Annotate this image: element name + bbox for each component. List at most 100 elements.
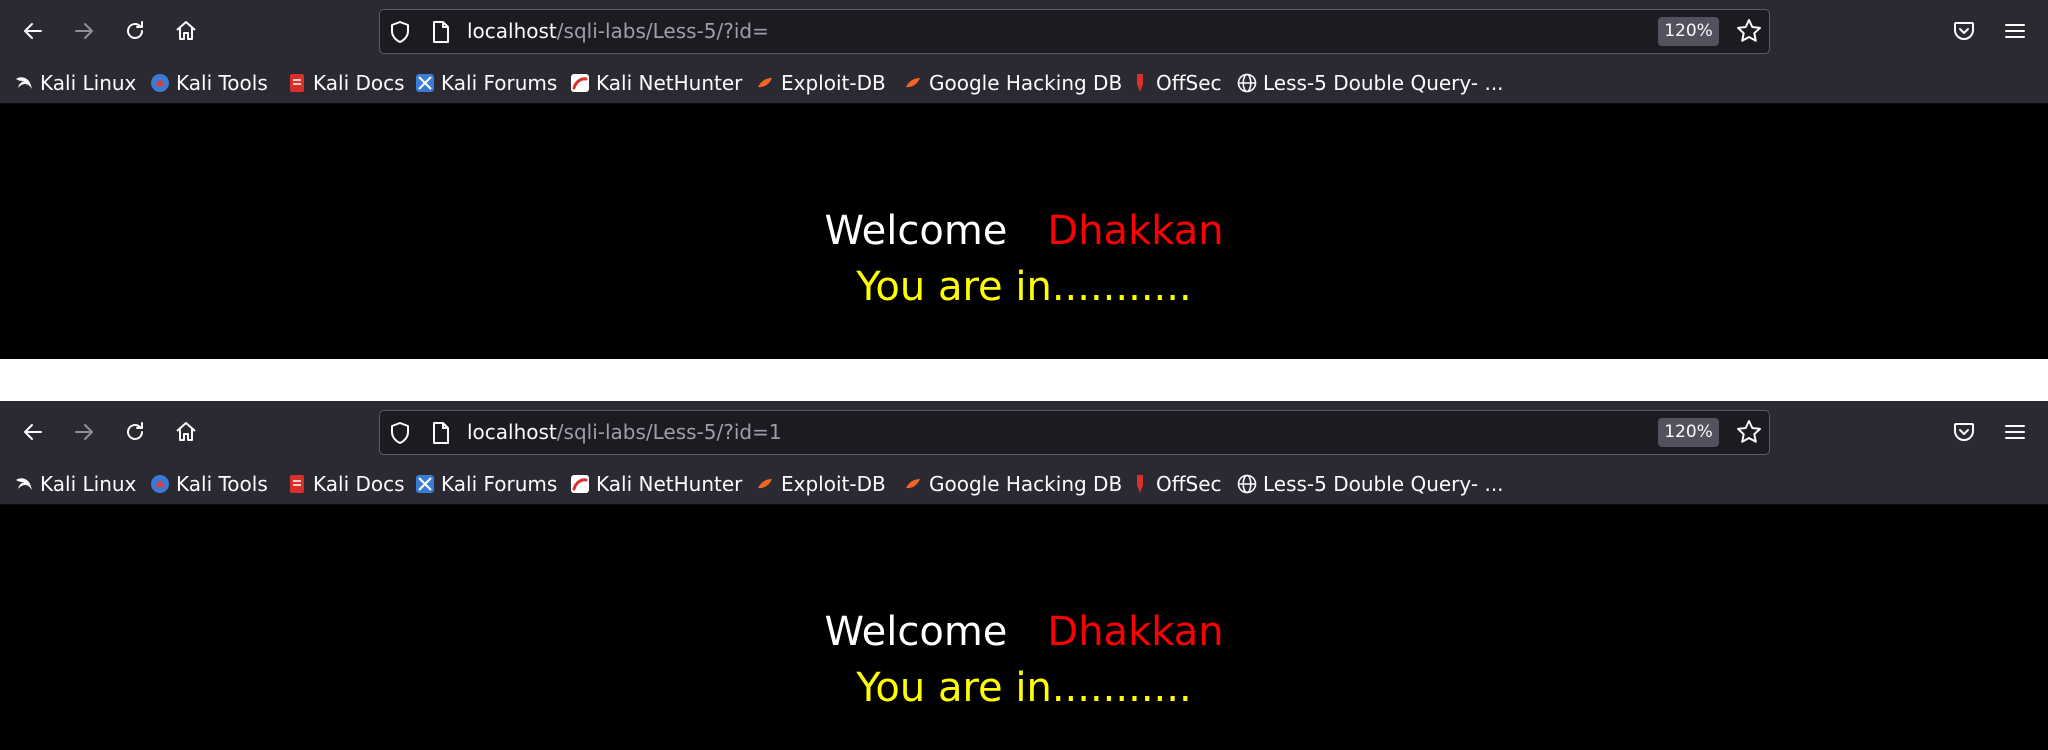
status-message: You are in...........	[856, 665, 1192, 711]
kali-dragon-icon	[16, 478, 32, 490]
kali-docs-icon	[290, 475, 304, 493]
bookmarks-toolbar: Kali Linux Kali Tools Kali Docs Kali For…	[0, 463, 2048, 505]
pocket-icon[interactable]	[1952, 19, 1976, 43]
welcome-line: Welcome Dhakkan	[0, 206, 2048, 256]
bookmark-label: Kali Forums	[441, 472, 558, 496]
bookmark-label: Kali NetHunter	[596, 71, 743, 95]
star-icon[interactable]	[1736, 18, 1762, 44]
shield-icon[interactable]	[388, 421, 412, 445]
bookmark-kali-forums[interactable]: Kali Forums	[415, 68, 557, 98]
kali-tools-icon	[151, 74, 169, 92]
page-icon[interactable]	[430, 421, 452, 445]
bookmark-kali-tools[interactable]: Kali Tools	[150, 68, 268, 98]
globe-icon	[1237, 73, 1257, 93]
bookmark-label: Kali Tools	[176, 71, 268, 95]
bookmark-label: Kali NetHunter	[596, 472, 743, 496]
bookmark-less-5[interactable]: Less-5 Double Query- ...	[1237, 469, 1504, 499]
bookmark-label: OffSec	[1156, 71, 1222, 95]
bookmark-label: Kali Docs	[313, 472, 405, 496]
bookmark-label: Kali Linux	[40, 71, 137, 95]
welcome-text: Welcome	[824, 208, 1008, 254]
user-name-text: Dhakkan	[1047, 208, 1224, 254]
welcome-text: Welcome	[824, 609, 1008, 655]
bookmark-less-5[interactable]: Less-5 Double Query- ...	[1237, 68, 1504, 98]
home-icon	[176, 21, 196, 40]
arrow-left-icon	[24, 23, 42, 39]
url-host: localhost	[467, 19, 557, 43]
bookmark-label: Kali Docs	[313, 71, 405, 95]
nethunter-icon	[571, 74, 589, 92]
bookmark-kali-docs[interactable]: Kali Docs	[287, 469, 405, 499]
kali-docs-icon	[290, 74, 304, 92]
kali-dragon-icon	[16, 77, 32, 89]
bookmark-label: Kali Tools	[176, 472, 268, 496]
bookmark-offsec[interactable]: OffSec	[1130, 68, 1222, 98]
bookmark-exploit-db[interactable]: Exploit-DB	[755, 68, 886, 98]
star-icon[interactable]	[1736, 419, 1762, 445]
bookmark-label: Exploit-DB	[781, 71, 886, 95]
back-button[interactable]	[15, 12, 51, 50]
bookmark-kali-linux[interactable]: Kali Linux	[14, 68, 136, 98]
reload-button[interactable]	[117, 413, 153, 451]
navigation-toolbar: localhost/sqli-labs/Less-5/?id=1 120%	[0, 401, 2048, 463]
home-button[interactable]	[168, 12, 204, 50]
ghdb-icon	[906, 78, 920, 88]
bookmark-kali-nethunter[interactable]: Kali NetHunter	[570, 68, 742, 98]
bookmark-label: Exploit-DB	[781, 472, 886, 496]
bookmark-label: OffSec	[1156, 472, 1222, 496]
hamburger-menu-icon[interactable]	[2003, 19, 2027, 43]
home-button[interactable]	[168, 413, 204, 451]
bookmark-label: Google Hacking DB	[929, 472, 1123, 496]
home-icon	[176, 422, 196, 441]
arrow-left-icon	[24, 424, 42, 440]
url-host: localhost	[467, 420, 557, 444]
offsec-icon	[1137, 74, 1143, 92]
page-icon[interactable]	[430, 20, 452, 44]
pocket-icon[interactable]	[1952, 420, 1976, 444]
forward-button[interactable]	[66, 413, 102, 451]
bookmark-kali-nethunter[interactable]: Kali NetHunter	[570, 469, 742, 499]
shield-icon[interactable]	[388, 20, 412, 44]
bookmarks-toolbar: Kali Linux Kali Tools Kali Docs Kali For…	[0, 62, 2048, 104]
kali-forums-icon	[416, 475, 434, 493]
reload-button[interactable]	[117, 12, 153, 50]
bookmark-label: Kali Forums	[441, 71, 558, 95]
globe-icon	[1237, 474, 1257, 494]
kali-forums-icon	[416, 74, 434, 92]
reload-icon	[127, 422, 143, 440]
hamburger-menu-icon[interactable]	[2003, 420, 2027, 444]
zoom-level-badge[interactable]: 120%	[1658, 17, 1719, 46]
arrow-right-icon	[75, 424, 93, 440]
bookmark-kali-forums[interactable]: Kali Forums	[415, 469, 557, 499]
nethunter-icon	[571, 475, 589, 493]
user-name-text: Dhakkan	[1047, 609, 1224, 655]
offsec-icon	[1137, 475, 1143, 493]
zoom-level-badge[interactable]: 120%	[1658, 418, 1719, 447]
forward-button[interactable]	[66, 12, 102, 50]
bookmark-kali-tools[interactable]: Kali Tools	[150, 469, 268, 499]
url-path: /sqli-labs/Less-5/?id=	[556, 19, 769, 43]
exploit-db-icon	[758, 78, 772, 88]
url-path: /sqli-labs/Less-5/?id=1	[556, 420, 782, 444]
bookmark-google-hacking-db[interactable]: Google Hacking DB	[903, 68, 1122, 98]
bookmark-kali-linux[interactable]: Kali Linux	[14, 469, 136, 499]
bookmark-offsec[interactable]: OffSec	[1130, 469, 1222, 499]
bookmark-exploit-db[interactable]: Exploit-DB	[755, 469, 886, 499]
kali-tools-icon	[151, 475, 169, 493]
bookmark-label: Kali Linux	[40, 472, 137, 496]
bookmark-label: Less-5 Double Query- ...	[1263, 472, 1504, 496]
back-button[interactable]	[15, 413, 51, 451]
bookmark-label: Less-5 Double Query- ...	[1263, 71, 1504, 95]
arrow-right-icon	[75, 23, 93, 39]
status-message: You are in...........	[856, 264, 1192, 310]
bookmark-google-hacking-db[interactable]: Google Hacking DB	[903, 469, 1122, 499]
browser-window-1: localhost/sqli-labs/Less-5/?id= 120% Kal…	[0, 0, 2048, 359]
reload-icon	[127, 21, 143, 39]
exploit-db-icon	[758, 479, 772, 489]
bookmark-label: Google Hacking DB	[929, 71, 1123, 95]
browser-window-2: localhost/sqli-labs/Less-5/?id=1 120% Ka…	[0, 401, 2048, 750]
bookmark-kali-docs[interactable]: Kali Docs	[287, 68, 405, 98]
url-text[interactable]: localhost/sqli-labs/Less-5/?id=	[467, 17, 769, 45]
ghdb-icon	[906, 479, 920, 489]
url-text[interactable]: localhost/sqli-labs/Less-5/?id=1	[467, 418, 782, 446]
